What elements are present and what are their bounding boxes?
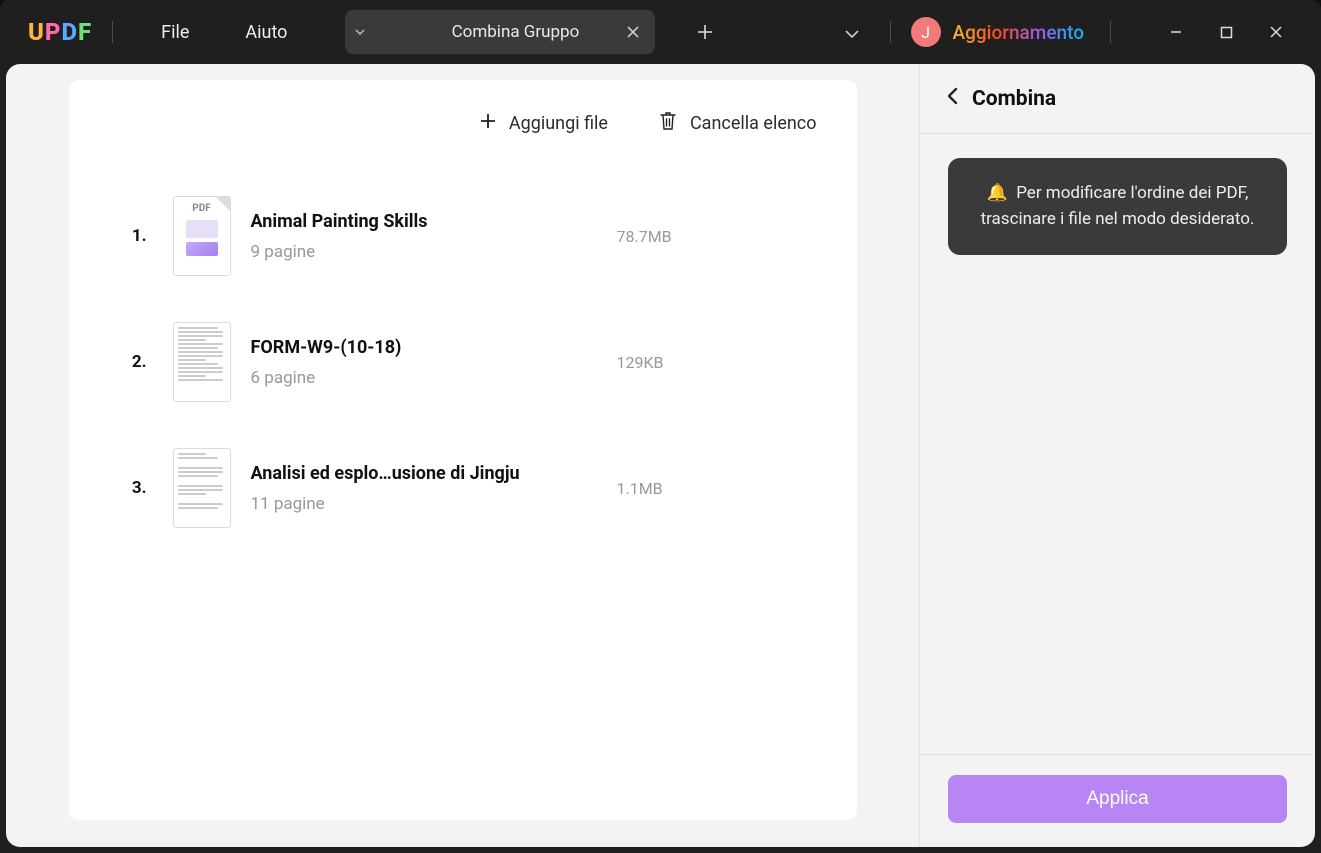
separator [1110, 21, 1111, 43]
close-window-button[interactable] [1251, 12, 1301, 52]
tab-combine-group[interactable]: Combina Gruppo [375, 10, 655, 54]
file-number: 3. [109, 478, 147, 498]
file-row[interactable]: 1. PDF Animal Painting Skills 9 pagine 7… [109, 173, 817, 299]
tip-box: 🔔 Per modificare l'ordine dei PDF, trasc… [948, 158, 1287, 255]
plus-icon [479, 112, 497, 135]
file-name: Animal Painting Skills [251, 211, 617, 232]
maximize-button[interactable] [1201, 12, 1251, 52]
tip-text: Per modificare l'ordine dei PDF, trascin… [981, 183, 1255, 229]
menu-file[interactable]: File [133, 22, 217, 43]
titlebar: UPDF File Aiuto Combina Gruppo J [0, 0, 1321, 64]
file-thumbnail: PDF [173, 196, 231, 276]
file-number: 2. [109, 352, 147, 372]
upgrade-link[interactable]: Aggiornamento [953, 21, 1085, 44]
file-row[interactable]: 3. Analisi ed esplo…usione di Jingju [109, 425, 817, 551]
chevron-left-icon [946, 87, 958, 105]
trash-icon [658, 110, 678, 137]
maximize-icon [1220, 26, 1233, 39]
bell-icon: 🔔 [987, 183, 1008, 203]
window-controls [1151, 12, 1301, 52]
file-meta: FORM-W9-(10-18) 6 pagine [251, 337, 617, 388]
apply-button[interactable]: Applica [948, 775, 1287, 823]
file-thumbnail [173, 322, 231, 402]
side-footer: Applica [920, 754, 1315, 847]
tab-close-button[interactable] [627, 23, 639, 42]
file-thumbnail [173, 448, 231, 528]
file-list-card: Aggiungi file Cancella elenco 1. [69, 80, 857, 820]
file-number: 1. [109, 226, 147, 246]
app-logo: UPDF [28, 18, 92, 46]
file-toolbar: Aggiungi file Cancella elenco [109, 110, 817, 137]
tab-list-dropdown[interactable] [345, 10, 375, 54]
menu-help[interactable]: Aiuto [217, 22, 315, 43]
add-file-button[interactable]: Aggiungi file [479, 112, 608, 135]
user-area: J Aggiornamento [870, 12, 1321, 52]
close-icon [627, 26, 639, 38]
file-name: FORM-W9-(10-18) [251, 337, 617, 358]
file-size: 129KB [617, 353, 717, 372]
clear-list-label: Cancella elenco [690, 113, 817, 134]
file-pages: 9 pagine [251, 242, 617, 262]
plus-icon [697, 24, 713, 40]
tab-title: Combina Gruppo [375, 22, 655, 42]
file-size: 1.1MB [617, 479, 717, 498]
main-panel: Aggiungi file Cancella elenco 1. [6, 64, 919, 847]
side-panel: Combina 🔔 Per modificare l'ordine dei PD… [919, 64, 1315, 847]
file-row[interactable]: 2. FORM-W9-(10-18) 6 pagine 129KB [109, 299, 817, 425]
file-list: 1. PDF Animal Painting Skills 9 pagine 7… [109, 173, 817, 551]
file-meta: Analisi ed esplo…usione di Jingju 11 pag… [251, 463, 617, 514]
new-tab-button[interactable] [685, 12, 725, 52]
clear-list-button[interactable]: Cancella elenco [658, 110, 817, 137]
separator [112, 21, 113, 43]
separator [890, 21, 891, 43]
side-panel-title: Combina [972, 87, 1056, 111]
side-header: Combina [920, 64, 1315, 134]
file-size: 78.7MB [617, 227, 717, 246]
chevron-down-icon [845, 30, 859, 38]
add-file-label: Aggiungi file [509, 113, 608, 134]
minimize-icon [1169, 25, 1183, 39]
file-meta: Animal Painting Skills 9 pagine [251, 211, 617, 262]
content-area: Aggiungi file Cancella elenco 1. [0, 64, 1321, 853]
minimize-button[interactable] [1151, 12, 1201, 52]
tab-area: Combina Gruppo [345, 0, 859, 64]
tab-overflow-button[interactable] [845, 23, 859, 42]
file-pages: 11 pagine [251, 494, 617, 514]
chevron-down-icon [355, 29, 365, 35]
file-name: Analisi ed esplo…usione di Jingju [251, 463, 617, 484]
close-icon [1269, 25, 1283, 39]
back-button[interactable] [946, 86, 958, 111]
file-pages: 6 pagine [251, 368, 617, 388]
user-avatar[interactable]: J [911, 17, 941, 47]
